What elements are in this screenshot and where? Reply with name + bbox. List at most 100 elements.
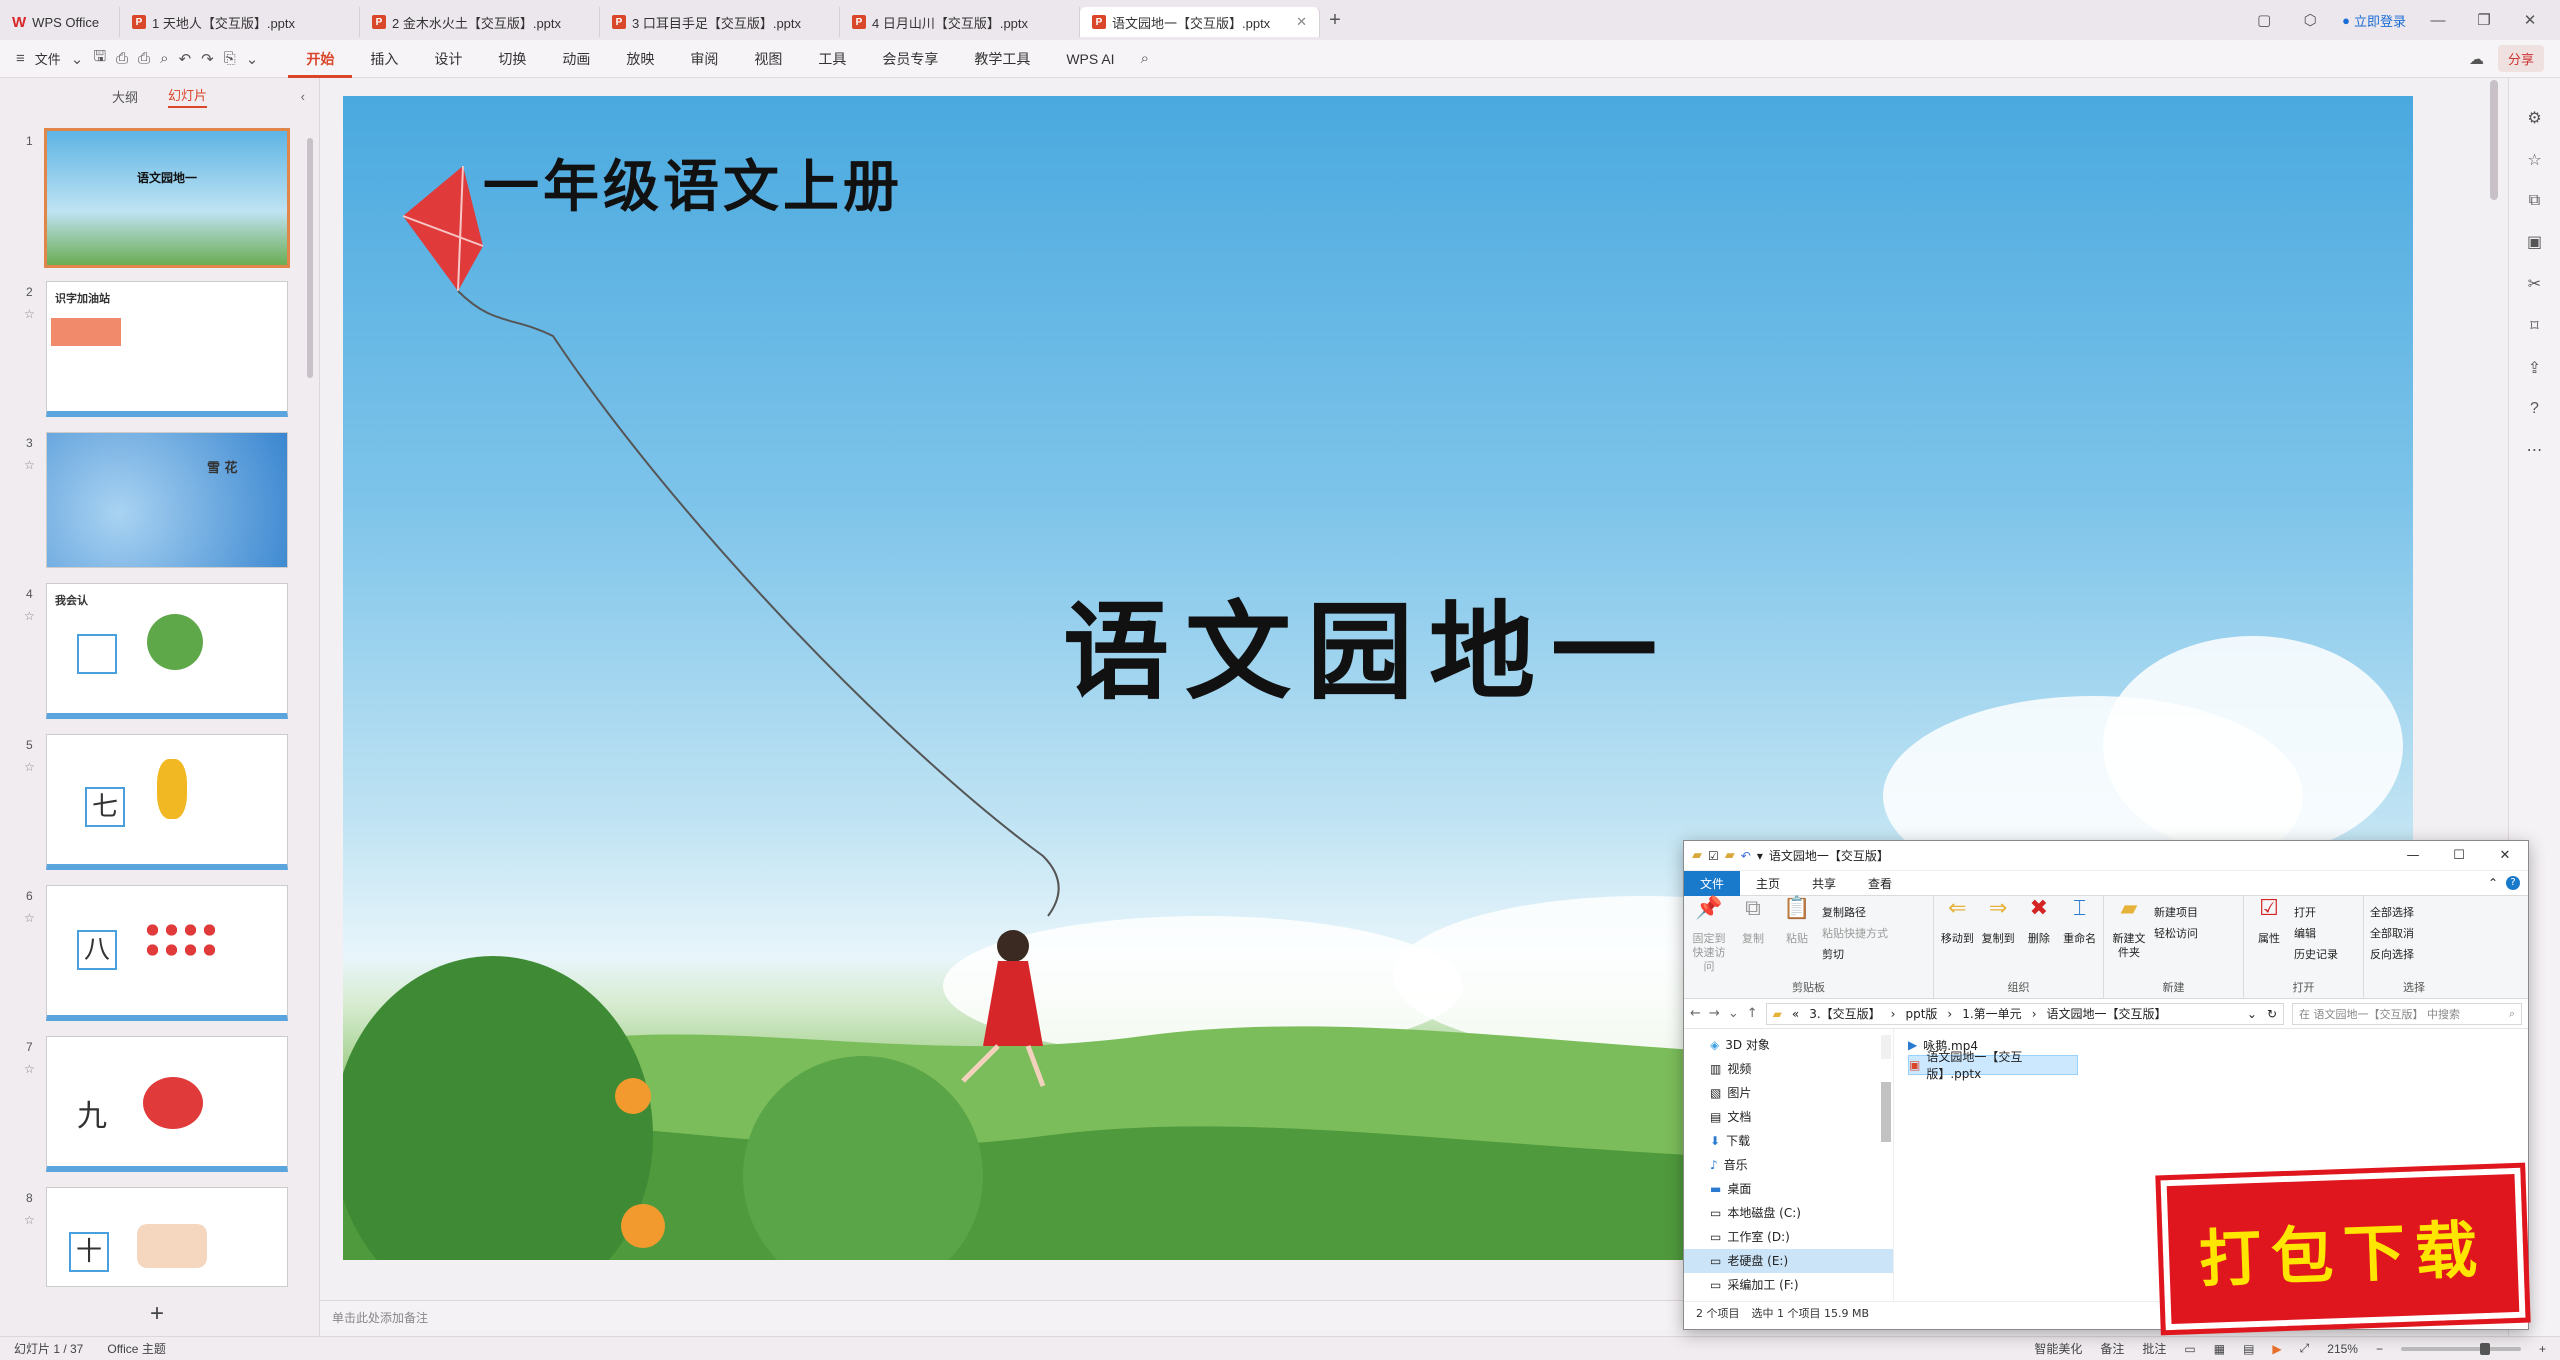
back-icon[interactable]: ← xyxy=(1690,1006,1701,1021)
tab-teaching-tools[interactable]: 教学工具 xyxy=(956,40,1048,78)
breadcrumb-item[interactable]: ppt版 xyxy=(1905,1005,1937,1022)
chevron-left-icon[interactable]: ‹ xyxy=(301,89,305,104)
maximize-icon[interactable]: ☐ xyxy=(2436,848,2482,863)
tree-item[interactable]: ▬ 桌面 xyxy=(1710,1177,1893,1201)
download-package-banner[interactable]: 打包下载 xyxy=(2155,1162,2531,1336)
breadcrumb-item[interactable]: 3.【交互版】 xyxy=(1809,1005,1880,1022)
tab-animations[interactable]: 动画 xyxy=(544,40,608,78)
chevron-up-icon[interactable]: ⌃ xyxy=(2488,876,2498,890)
export-icon[interactable]: ⎙ xyxy=(116,50,128,67)
slide-thumbnail[interactable]: 6 ☆ 八 xyxy=(0,885,320,1023)
fit-icon[interactable]: ⤢ xyxy=(2300,1341,2310,1356)
breadcrumb-item[interactable]: 语文园地一【交互版】 xyxy=(2047,1005,2167,1022)
tab-slides[interactable]: 幻灯片 xyxy=(168,85,208,108)
editor-scrollbar[interactable] xyxy=(2490,80,2498,200)
document-tab[interactable]: P 1 天地人【交互版】.pptx xyxy=(120,7,360,37)
tab-transitions[interactable]: 切换 xyxy=(480,40,544,78)
breadcrumb-overflow[interactable]: « xyxy=(1792,1007,1799,1021)
tree-item[interactable]: ▧ 图片 xyxy=(1710,1081,1893,1105)
document-tab[interactable]: P 3 口耳目手足【交互版】.pptx xyxy=(600,7,840,37)
notes-button[interactable]: 备注 xyxy=(2100,1340,2124,1357)
breadcrumb-item[interactable]: 1.第一单元 xyxy=(1962,1005,2021,1022)
slide-subtitle[interactable]: 一年级语文上册 xyxy=(483,142,903,223)
tree-item[interactable]: ♪ 音乐 xyxy=(1710,1153,1893,1177)
preview-icon[interactable]: ⌕ xyxy=(160,50,168,67)
star-icon[interactable]: ☆ xyxy=(24,609,35,623)
close-icon[interactable]: ✕ xyxy=(1296,14,1307,30)
tab-member[interactable]: 会员专享 xyxy=(864,40,956,78)
chevron-down-icon[interactable]: ⌄ xyxy=(71,50,84,68)
edit-button[interactable]: 编辑 xyxy=(2294,925,2338,941)
select-none-button[interactable]: 全部取消 xyxy=(2370,925,2414,941)
tab-home[interactable]: 开始 xyxy=(288,40,353,78)
sorter-view-icon[interactable]: ▦ xyxy=(2214,1342,2225,1356)
tab-wps-ai[interactable]: WPS AI xyxy=(1048,40,1132,78)
tab-wps-home[interactable]: W WPS Office xyxy=(0,7,120,37)
image-icon[interactable]: ▣ xyxy=(2527,232,2542,252)
zoom-slider-knob[interactable] xyxy=(2480,1342,2491,1355)
copy-icon[interactable]: ⧉ xyxy=(2529,192,2540,210)
slide-title[interactable]: 语文园地一 xyxy=(1063,566,1673,720)
star-icon[interactable]: ☆ xyxy=(24,1213,35,1227)
star-icon[interactable]: ☆ xyxy=(24,760,35,774)
share-button[interactable]: 分享 xyxy=(2497,45,2544,72)
check-icon[interactable]: ☑ xyxy=(1708,849,1719,863)
star-icon[interactable]: ☆ xyxy=(2527,150,2541,170)
bookmark-icon[interactable]: ⌑ xyxy=(2530,316,2538,336)
tab-insert[interactable]: 插入 xyxy=(352,40,416,78)
star-icon[interactable]: ☆ xyxy=(24,458,35,472)
theme-label[interactable]: Office 主题 xyxy=(107,1340,165,1357)
history-button[interactable]: 历史记录 xyxy=(2294,946,2338,962)
window-layout-icon[interactable]: ▢ xyxy=(2250,11,2278,29)
open-button[interactable]: 打开 xyxy=(2294,904,2338,920)
copy-path-button[interactable]: 复制路径 xyxy=(1822,904,1888,920)
minimize-icon[interactable]: — xyxy=(2390,848,2436,863)
restore-icon[interactable]: ❐ xyxy=(2470,11,2498,29)
tab-outline[interactable]: 大纲 xyxy=(112,87,138,106)
redo-icon[interactable]: ↷ xyxy=(201,50,214,68)
slide-thumbnail[interactable]: 1 语文园地一 xyxy=(0,128,320,268)
undo-icon[interactable]: ↶ xyxy=(179,50,192,68)
reading-view-icon[interactable]: ▤ xyxy=(2243,1342,2254,1356)
star-icon[interactable]: ☆ xyxy=(24,1062,35,1076)
zoom-in-icon[interactable]: + xyxy=(2539,1342,2546,1356)
help-icon[interactable]: ? xyxy=(2530,400,2539,418)
more-icon[interactable]: ⋯ xyxy=(2527,440,2543,460)
search-icon[interactable]: ⌕ xyxy=(1141,50,1149,67)
minimize-icon[interactable]: — xyxy=(2424,12,2452,29)
tab-slideshow[interactable]: 放映 xyxy=(608,40,672,78)
forward-icon[interactable]: → xyxy=(1709,1006,1720,1021)
print-icon[interactable]: ⎙ xyxy=(138,50,150,67)
add-slide-button[interactable]: + xyxy=(150,1300,164,1328)
star-icon[interactable]: ☆ xyxy=(24,911,35,925)
slide-thumbnail[interactable]: 4 ☆ 我会认 xyxy=(0,583,320,721)
address-bar[interactable]: ▰ « 3.【交互版】 › ppt版 › 1.第一单元 › 语文园地一【交互版】… xyxy=(1765,1002,2284,1025)
save-icon[interactable]: 🖫 xyxy=(93,46,106,71)
tree-item[interactable]: ▤ 文档 xyxy=(1710,1105,1893,1129)
play-icon[interactable]: ▶ xyxy=(2272,1342,2281,1356)
tree-item[interactable]: ▭ 工作室 (D:) xyxy=(1710,1225,1893,1249)
file-item-selected[interactable]: ▣ 语文园地一【交互版】.pptx xyxy=(1908,1050,2078,1081)
smart-beautify-button[interactable]: 智能美化 xyxy=(2034,1340,2082,1357)
document-tab[interactable]: P 2 金木水火土【交互版】.pptx xyxy=(360,7,600,37)
tree-scrollbar[interactable] xyxy=(1881,1035,1891,1142)
star-icon[interactable]: ☆ xyxy=(24,307,35,321)
document-tab[interactable]: P 4 日月山川【交互版】.pptx xyxy=(840,7,1080,37)
chevron-down-icon[interactable]: ▾ xyxy=(1757,849,1763,863)
search-input[interactable]: 在 语文园地一【交互版】 中搜索 ⌕ xyxy=(2292,1002,2522,1025)
login-button[interactable]: ● 立即登录 xyxy=(2342,11,2406,30)
close-icon[interactable]: ✕ xyxy=(2482,848,2528,863)
undo-icon[interactable]: ↶ xyxy=(1741,849,1751,863)
slide-thumbnail[interactable]: 3 ☆ 雪 花 xyxy=(0,432,320,570)
settings-icon[interactable]: ⚙ xyxy=(2527,108,2541,128)
chevron-down-icon[interactable]: ⌄ xyxy=(246,50,259,68)
tree-item[interactable]: ⬇ 下载 xyxy=(1710,1129,1893,1153)
zoom-slider[interactable] xyxy=(2400,1342,2521,1355)
tab-view[interactable]: 查看 xyxy=(1852,871,1908,896)
new-item-button[interactable]: 新建项目 xyxy=(2154,904,2198,920)
tree-item[interactable]: ◈ 3D 对象 xyxy=(1710,1033,1893,1057)
file-menu[interactable]: 文件 xyxy=(35,49,61,68)
normal-view-icon[interactable]: ▭ xyxy=(2184,1342,2195,1356)
zoom-out-icon[interactable]: − xyxy=(2376,1342,2383,1356)
slide-thumbnail[interactable]: 7 ☆ 九 xyxy=(0,1036,320,1174)
